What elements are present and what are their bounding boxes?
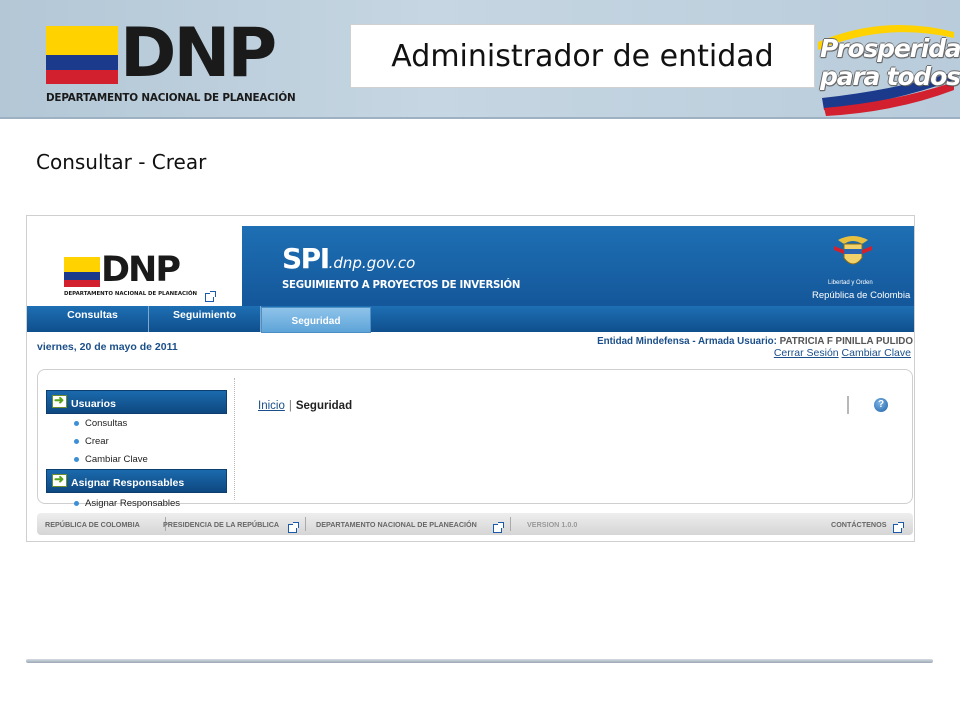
app-dnp-subtitle: DEPARTAMENTO NACIONAL DE PLANEACIÓN xyxy=(64,291,198,297)
sidebar-group-label: Usuarios xyxy=(71,398,116,410)
footer-link-contactenos[interactable]: CONTÁCTENOS xyxy=(831,520,887,529)
dnp-wordmark: DNP xyxy=(120,14,277,93)
app-screenshot: DNP DEPARTAMENTO NACIONAL DE PLANEACIÓN … xyxy=(26,215,915,542)
sidebar-divider xyxy=(234,378,235,500)
sidebar-group-usuarios[interactable]: Usuarios xyxy=(46,390,227,414)
breadcrumb-separator: | xyxy=(288,400,292,412)
tagline-line2: para todos xyxy=(820,62,960,91)
bullet-icon xyxy=(74,420,79,426)
coat-of-arms-icon xyxy=(834,236,872,265)
user-links: Cerrar Sesión Cambiar Clave xyxy=(774,347,911,359)
spi-brand: SPI.dnp.gov.co xyxy=(282,242,416,275)
app-logo[interactable]: DNP DEPARTAMENTO NACIONAL DE PLANEACIÓN xyxy=(27,226,242,316)
sidebar-item-consultas[interactable]: Consultas xyxy=(74,418,127,429)
user-name: PATRICIA F PINILLA PULIDO xyxy=(779,336,913,347)
tab-seguimiento[interactable]: Seguimiento xyxy=(149,306,261,332)
footer-divider xyxy=(510,517,511,531)
slide-header: DNP DEPARTAMENTO NACIONAL DE PLANEACIÓN … xyxy=(0,0,960,119)
app-footer: REPÚBLICA DE COLOMBIA PRESIDENCIA DE LA … xyxy=(37,513,913,535)
colombia-flag-icon xyxy=(46,26,118,84)
breadcrumb: Inicio | Seguridad xyxy=(258,400,352,412)
content-panel: Usuarios Consultas Crear Cambiar Clave A… xyxy=(37,369,913,509)
tab-consultas[interactable]: Consultas xyxy=(37,306,149,332)
sidebar-group-label: Asignar Responsables xyxy=(71,477,185,489)
spi-subtitle: SEGUIMIENTO A PROYECTOS DE INVERSIÓN xyxy=(282,280,521,291)
external-link-icon[interactable] xyxy=(288,522,299,533)
footer-divider xyxy=(305,517,306,531)
slide-bottom-rule xyxy=(26,659,933,663)
footer-link-presidencia[interactable]: PRESIDENCIA DE LA REPÚBLICA xyxy=(163,520,279,529)
external-link-icon[interactable] xyxy=(205,291,216,302)
prosperidad-logo: Prosperidad para todos xyxy=(814,20,960,116)
sidebar-item-cambiar-clave[interactable]: Cambiar Clave xyxy=(74,454,148,465)
slide-subtitle: Consultar - Crear xyxy=(36,150,207,174)
bullet-icon xyxy=(74,456,79,462)
spi-banner: SPI.dnp.gov.co SEGUIMIENTO A PROYECTOS D… xyxy=(242,226,914,306)
arrow-right-icon xyxy=(52,393,67,408)
arrow-right-icon xyxy=(52,472,67,487)
bullet-icon xyxy=(74,438,79,444)
external-link-icon[interactable] xyxy=(893,522,904,533)
footer-link-republica[interactable]: REPÚBLICA DE COLOMBIA xyxy=(45,520,140,529)
user-info: Entidad Mindefensa - Armada Usuario: PAT… xyxy=(597,336,913,347)
bullet-icon xyxy=(74,500,79,506)
colombia-flag-icon xyxy=(64,257,100,287)
slide-title: Administrador de entidad xyxy=(350,24,815,88)
sidebar-group-asignar-responsables[interactable]: Asignar Responsables xyxy=(46,469,227,493)
main-nav: Consultas Seguimiento xyxy=(27,306,914,332)
help-divider xyxy=(847,396,849,414)
help-icon[interactable]: ? xyxy=(874,398,888,412)
breadcrumb-current: Seguridad xyxy=(295,400,353,412)
footer-version: VERSION 1.0.0 xyxy=(527,520,578,529)
breadcrumb-home-link[interactable]: Inicio xyxy=(258,400,285,412)
sidebar-item-asignar-responsables[interactable]: Asignar Responsables xyxy=(74,498,180,509)
coat-caption: Libertad y Orden xyxy=(828,280,873,286)
republica-label: República de Colombia xyxy=(812,290,911,301)
sidebar-item-crear[interactable]: Crear xyxy=(74,436,109,447)
current-date: viernes, 20 de mayo de 2011 xyxy=(37,341,178,353)
logout-link[interactable]: Cerrar Sesión xyxy=(774,347,839,359)
change-password-link[interactable]: Cambiar Clave xyxy=(842,347,911,359)
tagline-line1: Prosperidad xyxy=(820,34,960,63)
dnp-logo: DNP DEPARTAMENTO NACIONAL DE PLANEACIÓN xyxy=(46,16,296,106)
tab-seguridad[interactable]: Seguridad xyxy=(261,307,371,333)
app-dnp-wordmark: DNP xyxy=(101,250,181,290)
entity-label: Entidad Mindefensa - Armada Usuario: xyxy=(597,336,777,347)
external-link-icon[interactable] xyxy=(493,522,504,533)
footer-link-dnp[interactable]: DEPARTAMENTO NACIONAL DE PLANEACIÓN xyxy=(316,520,477,529)
dnp-logo-subtitle: DEPARTAMENTO NACIONAL DE PLANEACIÓN xyxy=(46,92,296,104)
